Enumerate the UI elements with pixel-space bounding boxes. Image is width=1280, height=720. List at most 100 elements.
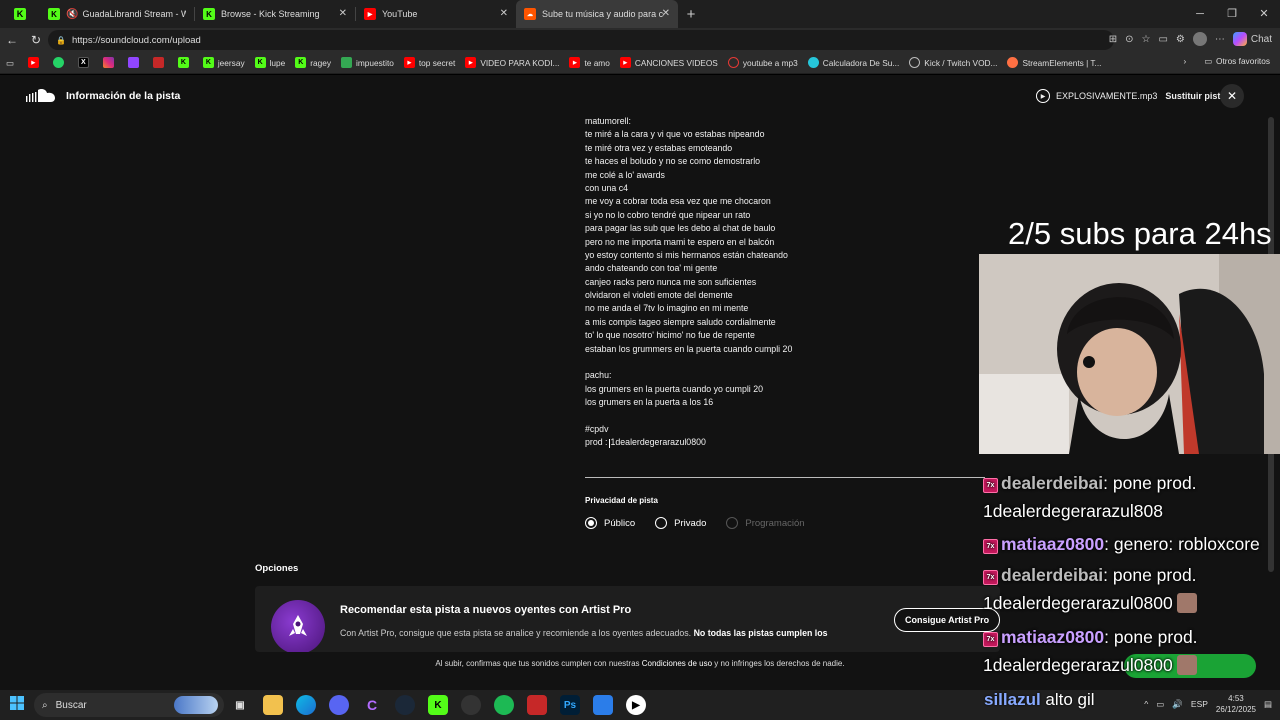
- taskbar-apps: ▣ C K Ps ▶: [230, 695, 646, 715]
- bookmark-item[interactable]: ▶ CANCIONES VIDEOS: [619, 57, 718, 68]
- chevron-up-icon[interactable]: ^: [1144, 699, 1148, 709]
- tab-label: Sube tu música y audio para comp: [542, 9, 664, 19]
- tab-youtube[interactable]: ▶ YouTube ✕: [356, 0, 516, 28]
- restore-icon[interactable]: ❐: [1216, 0, 1248, 28]
- steam-icon[interactable]: [395, 695, 415, 715]
- photos-icon[interactable]: [593, 695, 613, 715]
- youtube-icon: ▶: [465, 57, 477, 68]
- tab-label: YouTube: [382, 9, 418, 19]
- bookmark-x[interactable]: X: [77, 57, 93, 68]
- bookmark-item[interactable]: Kjeersay: [202, 57, 245, 68]
- mute-icon[interactable]: 🔇: [66, 9, 78, 20]
- media-player-icon[interactable]: ▶: [626, 695, 646, 715]
- uploaded-file-info: ▶ EXPLOSIVAMENTE.mp3 Sustituir pista: [1036, 89, 1225, 103]
- spotify-icon[interactable]: [494, 695, 514, 715]
- close-tab-icon[interactable]: ✕: [339, 8, 347, 19]
- youtube-icon: ▶: [403, 57, 415, 68]
- radio-private[interactable]: Privado: [655, 517, 706, 529]
- bookmark-item[interactable]: Klupe: [254, 57, 285, 68]
- artist-pro-promo: Recomendar esta pista a nuevos oyentes c…: [255, 586, 1000, 652]
- replace-track-button[interactable]: Sustituir pista: [1165, 91, 1225, 101]
- bookmark-item[interactable]: ▶ te amo: [569, 57, 610, 68]
- app-red-icon[interactable]: [527, 695, 547, 715]
- chevron-right-icon[interactable]: ›: [1183, 56, 1186, 66]
- obs-icon[interactable]: [461, 695, 481, 715]
- description-textarea[interactable]: matumorell: te miré a la cara y vi que v…: [585, 115, 985, 450]
- clock[interactable]: 4:53 26/12/2025: [1216, 693, 1256, 715]
- chat-message: 1dealerdegerarazul0800: [983, 655, 1197, 676]
- radio-scheduled[interactable]: Programación: [726, 517, 805, 529]
- volume-icon[interactable]: 🔊: [1172, 699, 1183, 710]
- search-highlight-image: [174, 696, 218, 714]
- app-c-icon[interactable]: C: [362, 695, 382, 715]
- bookmark-kick[interactable]: K: [177, 57, 193, 68]
- youtube-icon: ▶: [619, 57, 631, 68]
- bookmark-youtube[interactable]: ▶: [27, 57, 43, 68]
- bookmark-twitch[interactable]: [127, 57, 143, 68]
- copilot-chat-button[interactable]: Chat: [1232, 32, 1272, 46]
- reader-icon[interactable]: ⊙: [1125, 34, 1133, 45]
- tab-guadalibrandi[interactable]: K 🔇 GuadaLibrandi Stream - Watc: [40, 0, 194, 28]
- whatsapp-icon: [52, 57, 64, 68]
- system-tray: ^ ▭ 🔊 ESP 4:53 26/12/2025 ▤: [1144, 693, 1272, 715]
- bookmarks-menu-icon[interactable]: ▭: [6, 58, 14, 68]
- tab-kick-browse[interactable]: K Browse - Kick Streaming ✕: [195, 0, 355, 28]
- notifications-icon[interactable]: ▤: [1264, 699, 1272, 710]
- tab-label: Browse - Kick Streaming: [221, 9, 320, 19]
- new-tab-button[interactable]: +: [678, 6, 704, 23]
- play-icon[interactable]: ▶: [1036, 89, 1050, 103]
- options-title: Opciones: [255, 563, 299, 574]
- discord-icon[interactable]: [329, 695, 349, 715]
- network-icon[interactable]: ▭: [1156, 699, 1164, 710]
- lyric-line: ando chateando con toa' mi gente: [585, 263, 718, 274]
- language-indicator[interactable]: ESP: [1191, 699, 1208, 709]
- close-tab-icon[interactable]: ✕: [662, 8, 670, 19]
- tab-soundcloud-upload[interactable]: ☁ Sube tu música y audio para comp ✕: [516, 0, 678, 28]
- bookmark-item[interactable]: impuestito: [341, 57, 394, 68]
- url-input[interactable]: 🔒 https://soundcloud.com/upload: [48, 30, 1114, 50]
- app-install-icon[interactable]: ⊞: [1109, 34, 1117, 45]
- extensions-icon[interactable]: ⚙: [1176, 34, 1185, 45]
- task-view-icon[interactable]: ▣: [230, 695, 250, 715]
- other-favorites[interactable]: › ▭ Otros favoritos: [1183, 56, 1270, 66]
- bookmark-item[interactable]: ▶ top secret: [403, 57, 455, 68]
- close-icon[interactable]: ✕: [1220, 84, 1244, 108]
- photoshop-icon[interactable]: Ps: [560, 695, 580, 715]
- profile-avatar[interactable]: [1192, 32, 1207, 46]
- radio-unchecked-icon: [655, 517, 668, 529]
- rocket-icon: [289, 615, 307, 636]
- close-tab-icon[interactable]: ✕: [500, 8, 508, 19]
- bookmark-item[interactable]: Kick / Twitch VOD...: [909, 57, 997, 68]
- bookmark-item[interactable]: ▶ VIDEO PARA KODI...: [465, 57, 559, 68]
- back-icon[interactable]: ←: [0, 33, 24, 47]
- reload-icon[interactable]: ↻: [24, 33, 48, 47]
- lyric-line: los grumers en la puerta cuando yo cumpl…: [585, 383, 763, 394]
- 7tv-badge-icon: 7x: [983, 570, 998, 585]
- terms-link[interactable]: Condiciones de uso: [642, 659, 712, 668]
- bookmark-red[interactable]: [152, 57, 168, 68]
- promo-title: Recomendar esta pista a nuevos oyentes c…: [340, 604, 632, 616]
- lyric-line: te miré otra vez y estabas emoteando: [585, 142, 733, 153]
- taskbar-search[interactable]: ⌕ Buscar: [34, 693, 224, 717]
- chat-message: 7x dealerdeibai: pone prod.: [983, 565, 1197, 586]
- split-screen-icon[interactable]: ▭: [1158, 34, 1167, 45]
- bookmark-item[interactable]: StreamElements | T...: [1007, 57, 1101, 68]
- site-info-icon[interactable]: 🔒: [56, 36, 66, 45]
- bookmark-whatsapp[interactable]: [52, 57, 68, 68]
- bookmark-item[interactable]: youtube a mp3: [727, 57, 798, 68]
- kick-icon[interactable]: K: [428, 695, 448, 715]
- favorite-star-icon[interactable]: ☆: [1141, 34, 1150, 45]
- pinned-tab-kick[interactable]: K: [0, 0, 40, 28]
- close-window-icon[interactable]: ✕: [1248, 0, 1280, 28]
- bookmark-item[interactable]: Calculadora De Su...: [807, 57, 899, 68]
- lyric-line: si yo no lo cobro tendré que nipear un r…: [585, 209, 751, 220]
- minimize-icon[interactable]: ─: [1184, 0, 1216, 28]
- file-explorer-icon[interactable]: [263, 695, 283, 715]
- windows-start-icon[interactable]: [0, 695, 34, 715]
- bookmark-item[interactable]: Kragey: [295, 57, 331, 68]
- radio-public[interactable]: Público: [585, 517, 635, 529]
- edge-icon[interactable]: [296, 695, 316, 715]
- lyric-line: me colé a lo' awards: [585, 169, 665, 180]
- bookmark-instagram[interactable]: [102, 57, 118, 68]
- more-menu-icon[interactable]: ⋯: [1215, 34, 1225, 45]
